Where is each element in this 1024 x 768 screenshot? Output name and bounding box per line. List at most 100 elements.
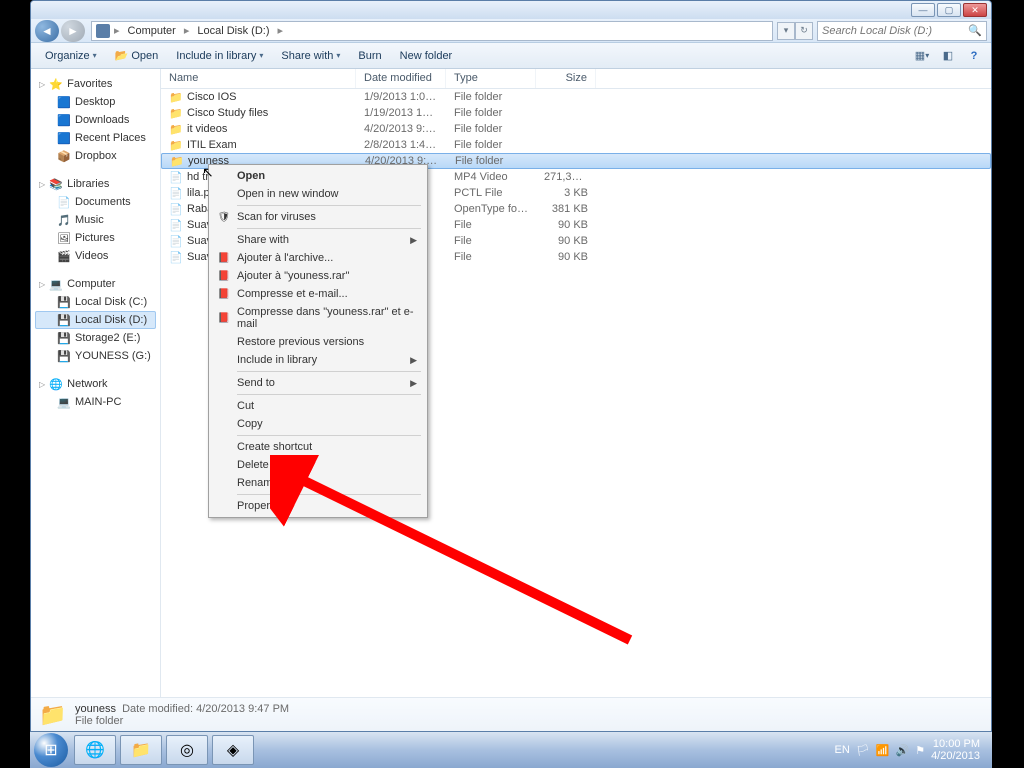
sidebar-item-disk-d[interactable]: 💾Local Disk (D:) [35,311,156,329]
search-box[interactable]: 🔍 [817,21,987,41]
file-icon: 📄 [169,170,183,184]
menu-item[interactable]: Cut [211,397,425,415]
start-button[interactable]: ⊞ [34,733,68,767]
file-type: PCTL File [446,187,536,199]
breadcrumb-drive[interactable]: Local Disk (D:) [193,25,273,37]
details-type: File folder [75,715,289,727]
sidebar-item-desktop[interactable]: 🟦Desktop [35,93,156,111]
file-icon: 📄 [169,234,183,248]
forward-button[interactable]: ► [61,20,85,42]
search-input[interactable] [822,25,968,37]
address-dropdown[interactable]: ▾ [777,22,795,40]
taskbar-app2[interactable]: ◈ [212,735,254,765]
context-menu: OpenOpen in new window🛡Scan for virusesS… [208,164,428,518]
breadcrumb[interactable]: ▸ Computer ▸ Local Disk (D:) ▸ [91,21,773,41]
breadcrumb-computer[interactable]: Computer [124,25,180,37]
view-button[interactable]: ▦▾ [911,46,933,66]
explorer-window: — ▢ ✕ ◄ ► ▸ Computer ▸ Local Disk (D:) ▸… [30,0,992,732]
include-library-button[interactable]: Include in library▾ [168,47,271,65]
computer-header[interactable]: ▷💻Computer [35,275,156,293]
sidebar-item-music[interactable]: 🎵Music [35,211,156,229]
tray-network-icon[interactable]: 📶 [876,744,890,757]
menu-item[interactable]: Include in library▶ [211,351,425,369]
menu-separator [237,435,421,436]
menu-item[interactable]: 📕Ajouter à "youness.rar" [211,267,425,285]
menu-item-label: Send to [237,377,275,389]
column-date[interactable]: Date modified [356,69,446,88]
taskbar-app1[interactable]: ◎ [166,735,208,765]
new-folder-button[interactable]: New folder [392,47,461,65]
sidebar-item-downloads[interactable]: 🟦Downloads [35,111,156,129]
column-size[interactable]: Size [536,69,596,88]
menu-item-label: Restore previous versions [237,336,364,348]
column-name[interactable]: Name [161,69,356,88]
file-row[interactable]: 📁Cisco IOS1/9/2013 1:06 PMFile folder [161,89,991,105]
sidebar-item-dropbox[interactable]: 📦Dropbox [35,147,156,165]
back-button[interactable]: ◄ [35,20,59,42]
menu-item[interactable]: Open [211,167,425,185]
tray-flag-icon[interactable]: 🏳 [856,744,870,757]
menu-item-icon: 📕 [217,251,231,265]
menu-item[interactable]: Rename [211,474,425,492]
navigation-pane: ▷⭐Favorites 🟦Desktop 🟦Downloads 🟦Recent … [31,69,161,697]
libraries-header[interactable]: ▷📚Libraries [35,175,156,193]
column-type[interactable]: Type [446,69,536,88]
menu-item[interactable]: Delete [211,456,425,474]
file-size: 90 KB [536,219,596,231]
menu-item[interactable]: 📕Ajouter à l'archive... [211,249,425,267]
file-icon: 📄 [169,186,183,200]
menu-item[interactable]: Copy [211,415,425,433]
preview-pane-button[interactable]: ◧ [937,46,959,66]
file-size: 381 KB [536,203,596,215]
sidebar-item-pictures[interactable]: 🖼Pictures [35,229,156,247]
sidebar-item-youness-g[interactable]: 💾YOUNESS (G:) [35,347,156,365]
sidebar-item-mainpc[interactable]: 💻MAIN-PC [35,393,156,411]
menu-item[interactable]: Properties [211,497,425,515]
file-size: 271,318 KB [536,171,596,183]
help-button[interactable]: ? [963,46,985,66]
menu-item[interactable]: Send to▶ [211,374,425,392]
menu-item-label: Compresse et e-mail... [237,288,348,300]
taskbar-ie[interactable]: 🌐 [74,735,116,765]
menu-item-label: Cut [237,400,254,412]
network-header[interactable]: ▷🌐Network [35,375,156,393]
menu-item[interactable]: Restore previous versions [211,333,425,351]
minimize-button[interactable]: — [911,3,935,17]
system-tray: EN 🏳 📶 🔊 ⚑ 10:00 PM 4/20/2013 [835,738,988,762]
burn-button[interactable]: Burn [350,47,389,65]
refresh-button[interactable]: ↻ [795,22,813,40]
open-button[interactable]: 📂Open [107,46,167,65]
file-row[interactable]: 📁Cisco Study files1/19/2013 10:53 PMFile… [161,105,991,121]
share-with-button[interactable]: Share with▾ [273,47,348,65]
menu-item[interactable]: Open in new window [211,185,425,203]
sidebar-item-disk-c[interactable]: 💾Local Disk (C:) [35,293,156,311]
file-row[interactable]: 📁it videos4/20/2013 9:46 PMFile folder [161,121,991,137]
drive-icon [96,24,110,38]
folder-icon: 📁 [39,701,67,729]
menu-separator [237,205,421,206]
organize-button[interactable]: Organize▾ [37,47,105,65]
file-type: File folder [446,123,536,135]
menu-item[interactable]: 📕Compresse et e-mail... [211,285,425,303]
tray-action-icon[interactable]: ⚑ [915,744,925,757]
menu-item[interactable]: 🛡Scan for viruses [211,208,425,226]
menu-item[interactable]: Share with▶ [211,231,425,249]
menu-item[interactable]: 📕Compresse dans "youness.rar" et e-mail [211,303,425,333]
maximize-button[interactable]: ▢ [937,3,961,17]
close-button[interactable]: ✕ [963,3,987,17]
menu-item[interactable]: Create shortcut [211,438,425,456]
language-indicator[interactable]: EN [835,744,850,756]
taskbar-explorer[interactable]: 📁 [120,735,162,765]
favorites-header[interactable]: ▷⭐Favorites [35,75,156,93]
sidebar-item-recent[interactable]: 🟦Recent Places [35,129,156,147]
folder-icon: 📁 [169,122,183,136]
sidebar-item-documents[interactable]: 📄Documents [35,193,156,211]
file-size: 90 KB [536,235,596,247]
menu-item-label: Scan for viruses [237,211,316,223]
clock[interactable]: 10:00 PM 4/20/2013 [931,738,980,762]
file-row[interactable]: 📁ITIL Exam2/8/2013 1:43 AMFile folder [161,137,991,153]
sidebar-item-videos[interactable]: 🎬Videos [35,247,156,265]
tray-volume-icon[interactable]: 🔊 [895,744,909,757]
file-icon: 📄 [169,202,183,216]
sidebar-item-storage2[interactable]: 💾Storage2 (E:) [35,329,156,347]
